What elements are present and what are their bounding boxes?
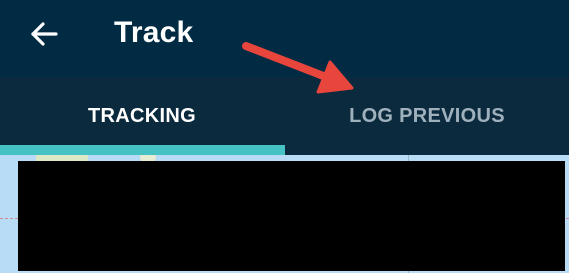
map-view[interactable] bbox=[0, 155, 569, 273]
arrow-left-icon bbox=[31, 22, 58, 46]
tab-tracking[interactable]: TRACKING bbox=[0, 77, 284, 155]
page-title: Track bbox=[114, 16, 194, 49]
active-tab-indicator bbox=[0, 145, 285, 155]
back-button[interactable] bbox=[18, 12, 70, 56]
tab-bar: TRACKING LOG PREVIOUS bbox=[0, 77, 569, 155]
app-bar: Track bbox=[0, 0, 569, 77]
screen: Track TRACKING LOG PREVIOUS bbox=[0, 0, 569, 273]
tab-tracking-label: TRACKING bbox=[88, 104, 196, 127]
tab-log-previous-label: LOG PREVIOUS bbox=[349, 104, 505, 127]
redacted-region bbox=[18, 161, 565, 271]
tab-log-previous[interactable]: LOG PREVIOUS bbox=[285, 77, 569, 155]
